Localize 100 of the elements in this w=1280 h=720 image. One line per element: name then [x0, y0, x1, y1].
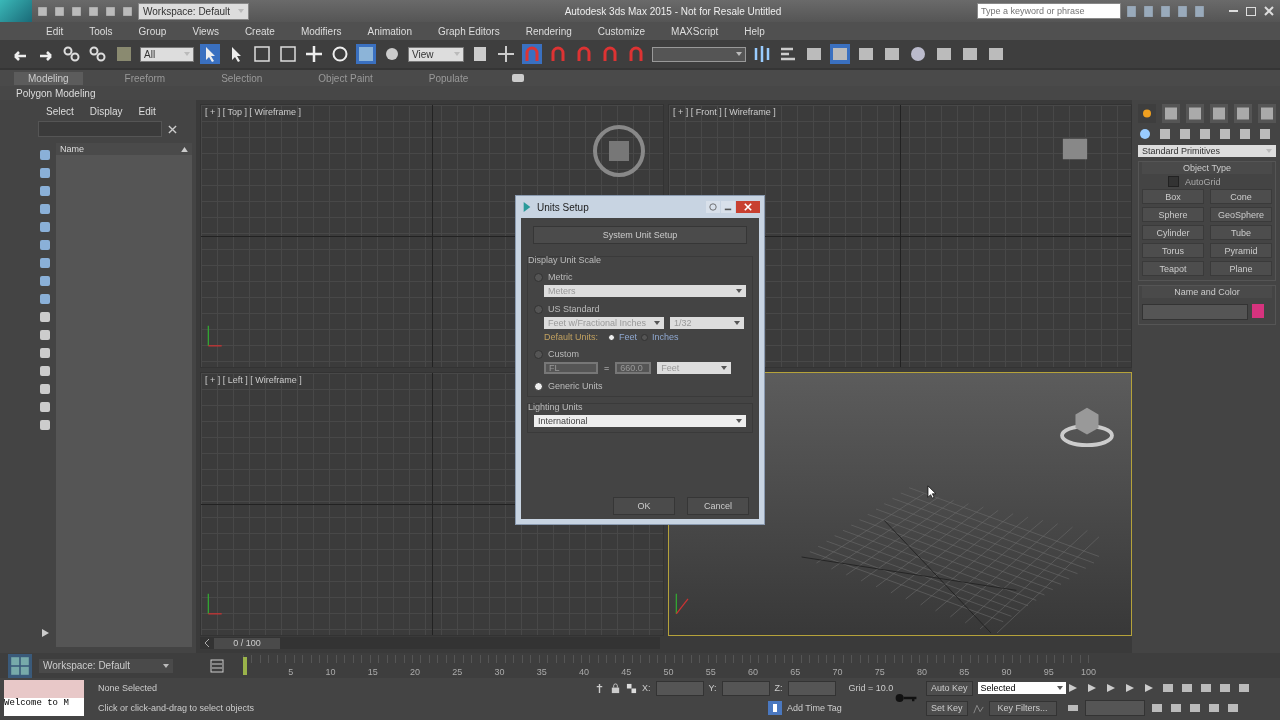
menu-item[interactable]: Modifiers [300, 25, 342, 37]
viewport-label[interactable]: [ + ] [ Top ] [ Wireframe ] [205, 107, 302, 117]
menu-item[interactable]: Group [138, 25, 167, 37]
square-icon[interactable] [278, 44, 298, 64]
play-icon[interactable] [39, 627, 51, 639]
filter-icon[interactable] [39, 257, 51, 269]
filter-icon[interactable] [39, 383, 51, 395]
filter-icon[interactable] [39, 293, 51, 305]
key-curve-icon[interactable] [972, 702, 984, 714]
ribbon-tab[interactable]: Object Paint [304, 71, 387, 85]
minimize-icon[interactable] [721, 201, 735, 213]
filter-icon[interactable] [39, 311, 51, 323]
sphere-icon[interactable] [908, 44, 928, 64]
navigation-icon[interactable] [1150, 702, 1164, 714]
primitive-button[interactable]: Cylinder [1142, 225, 1204, 240]
category-icon[interactable] [1178, 127, 1192, 141]
pin-icon[interactable] [594, 682, 605, 694]
reference-coordinate-dropdown[interactable]: View [408, 46, 464, 62]
ribbon-tab[interactable]: Selection [207, 71, 277, 85]
system-unit-setup-button[interactable]: System Unit Setup [533, 226, 747, 244]
navigation-icon[interactable] [1237, 682, 1251, 694]
name-column-header[interactable]: Name [56, 143, 192, 155]
quick-access-icon[interactable] [36, 4, 49, 18]
filter-icon[interactable] [39, 185, 51, 197]
viewport-label[interactable]: [ + ] [ Left ] [ Wireframe ] [205, 375, 302, 385]
ribbon-tab[interactable]: Modeling [14, 71, 83, 85]
lock-icon[interactable] [610, 682, 621, 694]
key-filters-button[interactable]: Key Filters... [988, 700, 1057, 716]
menu-item[interactable]: Graph Editors [437, 25, 500, 37]
viewcube-icon[interactable] [591, 123, 647, 179]
quick-access-icon[interactable] [121, 4, 134, 18]
explorer-search-field[interactable] [38, 121, 162, 137]
category-icon[interactable] [1198, 127, 1212, 141]
workspace-dropdown[interactable]: Workspace: Default [138, 2, 250, 20]
square-icon[interactable] [252, 44, 272, 64]
radio-button[interactable] [534, 304, 543, 314]
primitive-button[interactable]: Plane [1210, 261, 1272, 276]
category-icon[interactable] [1258, 127, 1272, 141]
menu-item[interactable]: Tools [89, 25, 113, 37]
help-icon[interactable] [706, 201, 720, 213]
command-tab-icon[interactable] [1210, 104, 1228, 123]
dialog-button[interactable]: OK [613, 497, 675, 515]
primitive-button[interactable]: Cone [1210, 189, 1272, 204]
mirror-icon[interactable] [752, 44, 772, 64]
ribbon-tab[interactable]: Populate [414, 71, 483, 85]
quick-access-icon[interactable] [53, 4, 66, 18]
radio-button[interactable] [608, 333, 616, 341]
category-dropdown[interactable]: Standard Primitives [1138, 145, 1276, 157]
menu-item[interactable]: MAXScript [671, 25, 719, 37]
primitive-button[interactable]: Sphere [1142, 207, 1204, 222]
set-key-button[interactable]: Set Key [926, 700, 968, 716]
key-mode-dropdown[interactable]: Selected [977, 682, 1066, 694]
rollout-header[interactable]: Name and Color [1142, 286, 1272, 298]
time-slider[interactable]: 0 / 100 [200, 637, 660, 649]
navigation-icon[interactable] [1226, 702, 1240, 714]
workspace-dropdown[interactable]: Workspace: Default [39, 658, 173, 673]
menu-item[interactable]: Edit [46, 25, 64, 37]
category-icon[interactable] [1238, 127, 1252, 141]
move-icon[interactable] [496, 44, 516, 64]
coordinate-field[interactable] [655, 680, 704, 696]
checker-icon[interactable] [626, 682, 637, 694]
coordinate-field[interactable] [787, 680, 836, 696]
navigation-icon[interactable] [1180, 682, 1194, 694]
navigation-icon[interactable] [1199, 682, 1213, 694]
menu-item[interactable]: Rendering [525, 25, 572, 37]
command-tab-icon[interactable] [1138, 104, 1156, 123]
explorer-menu-item[interactable]: Select [46, 106, 74, 117]
color-swatch[interactable] [1252, 304, 1264, 318]
quick-access-icon[interactable] [104, 4, 117, 18]
menu-item[interactable]: Views [192, 25, 219, 37]
category-icon[interactable] [1138, 127, 1152, 141]
time-slider-thumb[interactable]: 0 / 100 [214, 637, 280, 649]
quick-access-icon[interactable] [87, 4, 100, 18]
filter-icon[interactable] [39, 347, 51, 359]
quick-access-icon[interactable] [70, 4, 83, 18]
close-icon[interactable] [168, 124, 177, 134]
help-toolbar-icon[interactable] [1159, 4, 1172, 18]
cursor-icon[interactable] [200, 44, 220, 64]
radio-button[interactable] [641, 333, 649, 341]
primitive-button[interactable]: GeoSphere [1210, 207, 1272, 222]
navigation-icon[interactable] [1169, 702, 1183, 714]
close-icon[interactable] [1262, 4, 1276, 18]
menu-item[interactable]: Help [744, 25, 765, 37]
maxscript-listener-field[interactable] [4, 680, 84, 698]
filter-icon[interactable] [39, 149, 51, 161]
timeline-thumb[interactable] [243, 656, 247, 675]
radio-button[interactable] [534, 381, 543, 391]
filter-icon[interactable] [39, 401, 51, 413]
menu-item[interactable]: Animation [367, 25, 412, 37]
filter-icon[interactable] [39, 275, 51, 287]
command-tab-icon[interactable] [1258, 104, 1276, 123]
workspace-icon[interactable] [5, 653, 35, 678]
help-toolbar-icon[interactable] [1193, 4, 1206, 18]
navigation-icon[interactable] [1218, 682, 1232, 694]
primitive-button[interactable]: Teapot [1142, 261, 1204, 276]
primitive-button[interactable]: Tube [1210, 225, 1272, 240]
primitive-button[interactable]: Box [1142, 189, 1204, 204]
filter-icon[interactable] [39, 419, 51, 431]
filter-icon[interactable] [39, 203, 51, 215]
rotate-icon[interactable] [330, 44, 350, 64]
